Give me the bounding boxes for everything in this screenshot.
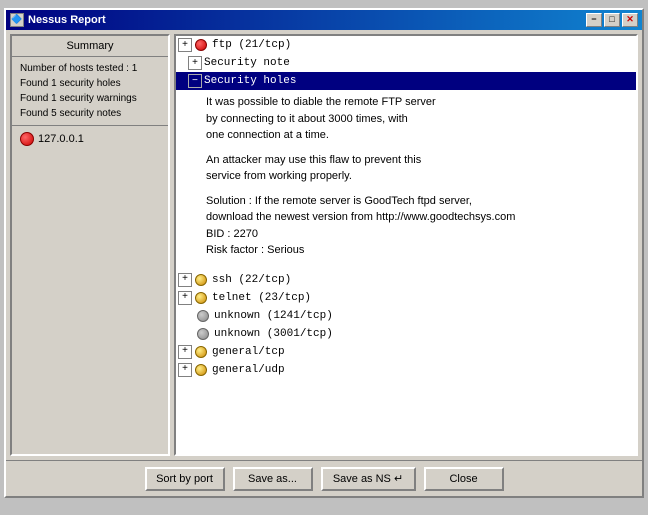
security-holes-label: Security holes: [202, 73, 298, 89]
sidebar: Summary Number of hosts tested : 1 Found…: [10, 34, 170, 456]
telnet-label: telnet (23/tcp): [210, 290, 313, 306]
tree-row-general-tcp[interactable]: + general/tcp: [176, 343, 636, 361]
general-tcp-label: general/tcp: [210, 344, 287, 360]
detail-para-3: Solution : If the remote server is GoodT…: [206, 193, 628, 259]
tree-row-telnet[interactable]: + telnet (23/tcp): [176, 289, 636, 307]
save-as-ns-button[interactable]: Save as NS ↵: [321, 467, 416, 491]
unknown1-status-icon: [197, 310, 209, 322]
ftp-label: ftp (21/tcp): [210, 37, 293, 53]
title-bar-left: 🔷 Nessus Report: [10, 13, 106, 27]
expand-ftp[interactable]: +: [178, 38, 192, 52]
unknown1-label: unknown (1241/tcp): [212, 308, 335, 324]
expand-ssh[interactable]: +: [178, 273, 192, 287]
detail-content: It was possible to diable the remote FTP…: [176, 90, 636, 271]
stat-warnings: Found 1 security warnings: [20, 93, 160, 104]
title-buttons: − □ ✕: [586, 13, 638, 27]
host-item[interactable]: 127.0.0.1: [20, 132, 160, 146]
unknown2-label: unknown (3001/tcp): [212, 326, 335, 342]
main-window: 🔷 Nessus Report − □ ✕ Summary Number of …: [4, 8, 644, 498]
general-tcp-status-icon: [195, 346, 207, 358]
unknown2-status-icon: [197, 328, 209, 340]
window-title: Nessus Report: [28, 14, 106, 26]
general-udp-status-icon: [195, 364, 207, 376]
expand-telnet[interactable]: +: [178, 291, 192, 305]
maximize-button[interactable]: □: [604, 13, 620, 27]
stat-notes: Found 5 security notes: [20, 108, 160, 119]
detail-para-1: It was possible to diable the remote FTP…: [206, 94, 628, 144]
tree-row-security-note[interactable]: + Security note: [176, 54, 636, 72]
app-icon: 🔷: [10, 13, 24, 27]
tree-row-ftp[interactable]: + ftp (21/tcp): [176, 36, 636, 54]
ssh-label: ssh (22/tcp): [210, 272, 293, 288]
detail-para-2: An attacker may use this flaw to prevent…: [206, 152, 628, 185]
title-bar: 🔷 Nessus Report − □ ✕: [6, 10, 642, 30]
tree-row-security-holes[interactable]: − Security holes: [176, 72, 636, 90]
tree-row-unknown1[interactable]: unknown (1241/tcp): [176, 307, 636, 325]
expand-general-udp[interactable]: +: [178, 363, 192, 377]
content-area: Summary Number of hosts tested : 1 Found…: [6, 30, 642, 460]
general-udp-label: general/udp: [210, 362, 287, 378]
telnet-status-icon: [195, 292, 207, 304]
save-as-button[interactable]: Save as...: [233, 467, 313, 491]
stat-holes: Found 1 security holes: [20, 78, 160, 89]
expand-general-tcp[interactable]: +: [178, 345, 192, 359]
tree-row-general-udp[interactable]: + general/udp: [176, 361, 636, 379]
host-status-dot: [20, 132, 34, 146]
expand-security-note[interactable]: +: [188, 56, 202, 70]
minimize-button[interactable]: −: [586, 13, 602, 27]
close-button[interactable]: Close: [424, 467, 504, 491]
sidebar-hosts: 127.0.0.1: [12, 126, 168, 454]
ftp-status-icon: [195, 39, 207, 51]
sort-by-port-button[interactable]: Sort by port: [145, 467, 225, 491]
host-label: 127.0.0.1: [38, 133, 84, 145]
footer: Sort by port Save as... Save as NS ↵ Clo…: [6, 460, 642, 496]
tree-row-unknown2[interactable]: unknown (3001/tcp): [176, 325, 636, 343]
sidebar-summary-label: Summary: [12, 36, 168, 57]
security-note-label: Security note: [202, 55, 292, 71]
selected-box: −: [188, 74, 202, 88]
ssh-status-icon: [195, 274, 207, 286]
stat-hosts: Number of hosts tested : 1: [20, 63, 160, 74]
close-window-button[interactable]: ✕: [622, 13, 638, 27]
main-panel: + ftp (21/tcp) + Security note − Securit…: [174, 34, 638, 456]
sidebar-stats: Number of hosts tested : 1 Found 1 secur…: [12, 57, 168, 126]
tree-row-ssh[interactable]: + ssh (22/tcp): [176, 271, 636, 289]
